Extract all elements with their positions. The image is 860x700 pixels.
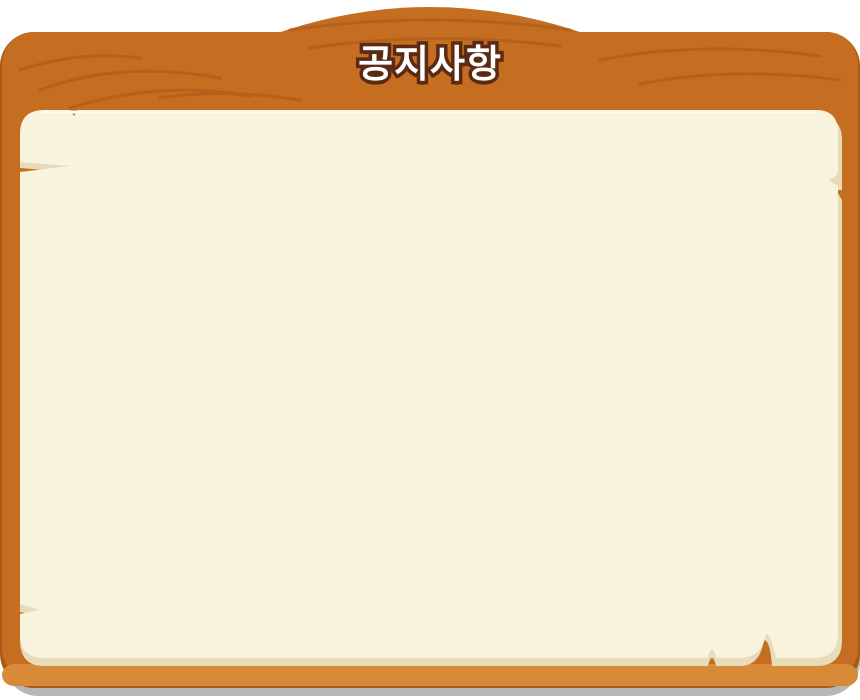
notice-panel: 공지사항 xyxy=(0,0,860,700)
board-bottom-lip xyxy=(2,664,858,686)
panel-title: 공지사항 xyxy=(355,39,505,90)
notice-content-area[interactable] xyxy=(26,178,834,648)
